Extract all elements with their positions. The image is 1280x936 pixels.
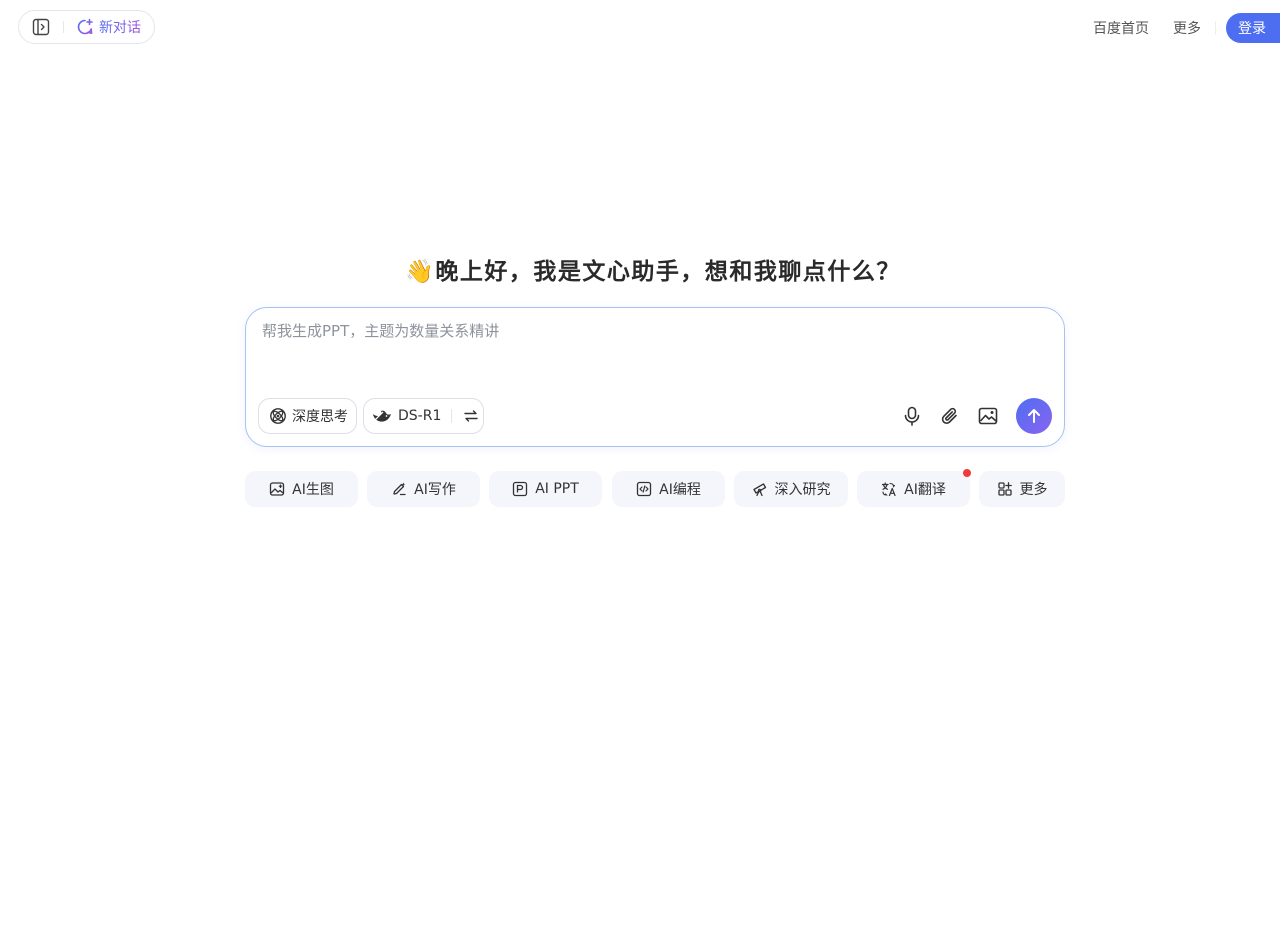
quick-action-ai-writing[interactable]: AI写作 <box>367 471 480 507</box>
model-label: DS-R1 <box>398 408 442 424</box>
quick-action-ai-translate[interactable]: AI翻译 <box>857 471 970 507</box>
arrow-up-icon <box>1028 409 1040 423</box>
divider <box>451 409 453 423</box>
chat-input[interactable] <box>262 320 1042 380</box>
greeting-title: 👋晚上好，我是文心助手，想和我聊点什么？ <box>0 252 1280 286</box>
quick-action-label: AI写作 <box>414 482 456 498</box>
paperclip-icon <box>941 407 957 424</box>
deep-think-label: 深度思考 <box>292 409 348 425</box>
divider <box>63 21 64 33</box>
divider <box>1215 21 1216 35</box>
upload-image-button[interactable] <box>976 404 1000 428</box>
login-button[interactable]: 登录 <box>1226 13 1280 43</box>
translate-icon <box>882 482 896 497</box>
model-selector[interactable]: DS-R1 <box>363 398 484 434</box>
telescope-icon <box>752 483 766 497</box>
quick-action-label: AI生图 <box>292 482 334 498</box>
baidu-home-link[interactable]: 百度首页 <box>1093 18 1149 38</box>
image-icon <box>978 407 998 425</box>
wave-emoji-icon: 👋 <box>405 259 436 285</box>
header-right: 百度首页 更多 登录 <box>1093 12 1280 44</box>
voice-input-button[interactable] <box>900 404 924 428</box>
notification-dot <box>963 469 971 477</box>
ppt-icon <box>513 481 528 497</box>
quick-action-ai-coding[interactable]: AI编程 <box>612 471 725 507</box>
quick-action-label: AI翻译 <box>904 482 946 498</box>
sidebar-toggle-button[interactable] <box>32 18 50 36</box>
code-icon <box>636 481 652 497</box>
quick-action-deep-research[interactable]: 深入研究 <box>734 471 848 507</box>
atom-icon <box>270 408 286 424</box>
swap-icon <box>464 410 479 422</box>
new-chat-label: 新对话 <box>99 17 141 37</box>
more-link[interactable]: 更多 <box>1173 18 1201 38</box>
pen-icon <box>393 482 406 496</box>
image-gen-icon <box>269 482 285 496</box>
quick-action-label: AI编程 <box>659 482 701 498</box>
quick-action-label: AI PPT <box>535 481 579 497</box>
quick-action-ai-image[interactable]: AI生图 <box>245 471 358 507</box>
send-button[interactable] <box>1016 398 1052 434</box>
quick-action-ai-ppt[interactable]: AI PPT <box>489 471 602 507</box>
attach-file-button[interactable] <box>938 404 962 428</box>
deepseek-whale-icon <box>373 410 391 422</box>
chat-composer: 深度思考 DS-R1 <box>245 307 1065 447</box>
microphone-icon <box>904 406 920 426</box>
deep-think-toggle[interactable]: 深度思考 <box>258 398 357 434</box>
quick-action-label: 更多 <box>1019 482 1048 498</box>
quick-action-more[interactable]: 更多 <box>979 471 1065 507</box>
apps-icon <box>997 482 1012 496</box>
sidebar-toggle-icon <box>32 18 50 36</box>
greeting-text: 晚上好，我是文心助手，想和我聊点什么？ <box>435 259 901 285</box>
new-chat-icon <box>77 18 93 35</box>
sidebar-newchat-pill: 新对话 <box>18 10 155 44</box>
quick-action-label: 深入研究 <box>774 482 831 498</box>
new-chat-button[interactable]: 新对话 <box>76 17 141 37</box>
